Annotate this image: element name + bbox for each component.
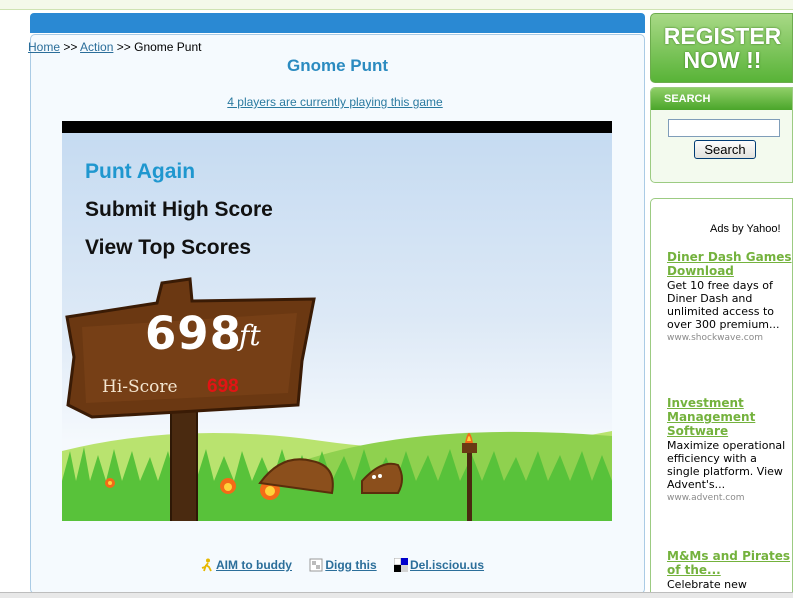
digg-this-link[interactable]: Digg this <box>309 558 377 572</box>
left-rail <box>0 10 30 598</box>
ad-item: Diner Dash Games Download Get 10 free da… <box>667 250 792 343</box>
ad-title-link[interactable]: Investment Management Software <box>667 396 792 438</box>
punt-again-button[interactable]: Punt Again <box>85 160 195 184</box>
ad-description: Maximize operational efficiency with a s… <box>667 439 786 491</box>
breadcrumb-home-link[interactable]: Home <box>28 40 60 54</box>
ad-description: Get 10 free days of Diner Dash and unlim… <box>667 279 780 331</box>
hi-score-value: 698 <box>207 376 239 397</box>
top-strip <box>0 0 793 10</box>
score-unit: ft <box>239 319 261 352</box>
delicious-icon <box>394 558 408 572</box>
breadcrumb-current: Gnome Punt <box>134 40 202 54</box>
search-input[interactable] <box>668 119 780 137</box>
ads-panel: Ads by Yahoo! Diner Dash Games Download … <box>650 198 793 598</box>
share-links: AIM to buddy Digg this Del.isciou.us <box>200 558 498 575</box>
search-button[interactable]: Search <box>694 140 756 159</box>
register-line-1: REGISTER <box>663 23 782 49</box>
ads-by-label[interactable]: Ads by Yahoo! <box>710 223 781 235</box>
score-value: 698 <box>145 307 242 360</box>
digg-link-label: Digg this <box>325 558 377 572</box>
register-banner-text: REGISTER NOW !! <box>651 24 793 72</box>
register-now-banner[interactable]: REGISTER NOW !! <box>650 13 793 83</box>
aim-to-buddy-link[interactable]: AIM to buddy <box>200 558 292 572</box>
ad-url: www.shockwave.com <box>667 333 763 343</box>
view-top-scores-button[interactable]: View Top Scores <box>85 236 251 260</box>
search-panel-header: SEARCH <box>651 88 792 110</box>
horizontal-scrollbar[interactable] <box>0 592 793 598</box>
breadcrumb: Home >> Action >> Gnome Punt <box>28 40 201 54</box>
submit-high-score-button[interactable]: Submit High Score <box>85 198 273 222</box>
breadcrumb-separator: >> <box>63 40 78 54</box>
ad-description: Celebrate new <box>667 578 747 591</box>
ad-item: M&Ms and Pirates of the... Celebrate new <box>667 549 792 591</box>
delicious-link-label: Del.isciou.us <box>410 558 485 572</box>
main-header-bar <box>30 13 645 33</box>
aim-link-label: AIM to buddy <box>216 558 292 572</box>
ad-item: Investment Management Software Maximize … <box>667 396 792 503</box>
breadcrumb-category-link[interactable]: Action <box>80 40 113 54</box>
ad-url: www.advent.com <box>667 493 745 503</box>
ad-title-link[interactable]: Diner Dash Games Download <box>667 250 792 278</box>
digg-icon <box>309 558 323 572</box>
game-title: Gnome Punt <box>286 56 389 75</box>
ad-title-link[interactable]: M&Ms and Pirates of the... <box>667 549 792 577</box>
aim-running-man-icon <box>201 558 212 572</box>
hi-score-label: Hi-Score <box>102 377 178 397</box>
delicious-link[interactable]: Del.isciou.us <box>394 558 484 572</box>
breadcrumb-separator: >> <box>116 40 131 54</box>
search-panel: SEARCH Search <box>650 87 793 183</box>
game-frame[interactable]: 698 ft Hi-Score 698 Punt Again Submit Hi… <box>62 121 612 521</box>
players-online-link[interactable]: 4 players are currently playing this gam… <box>30 95 640 109</box>
search-panel-title: SEARCH <box>664 93 711 105</box>
register-line-2: NOW !! <box>683 47 762 73</box>
